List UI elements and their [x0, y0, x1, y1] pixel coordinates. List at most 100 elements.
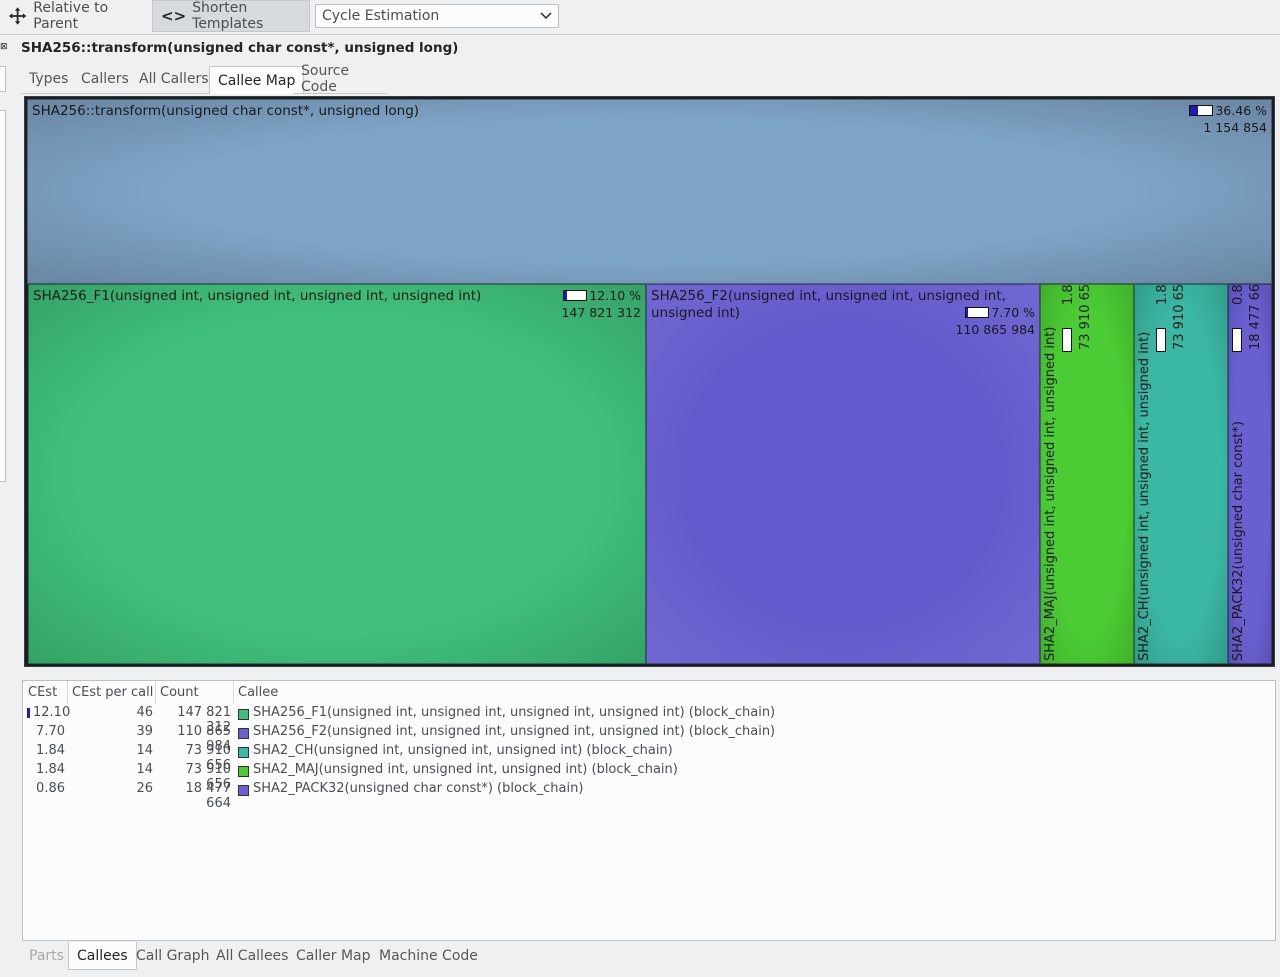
row-callee: SHA2_MAJ(unsigned int, unsigned int, uns…: [253, 762, 678, 777]
header-cest[interactable]: CEst: [28, 685, 57, 700]
treemap-f2-bar: [965, 307, 990, 318]
tab-types[interactable]: Types: [21, 66, 76, 92]
treemap-root-bar: [1189, 105, 1214, 116]
treemap-pack32-pct: 0.86 %: [1231, 285, 1246, 305]
treemap-root-pct: 36.46 %: [1189, 103, 1267, 118]
treemap-cell-sha256-f2[interactable]: SHA256_F2(unsigned int, unsigned int, un…: [646, 284, 1040, 664]
close-panel-icon[interactable]: ⊠: [0, 42, 8, 52]
tab-source-code[interactable]: Source Code: [293, 63, 391, 95]
relative-to-parent-button[interactable]: Relative to Parent: [0, 0, 150, 32]
tab-all-callers-label: All Callers: [139, 71, 209, 87]
tab-caller-map[interactable]: Caller Map: [288, 942, 379, 970]
treemap-cell-sha2-maj[interactable]: SHA2_MAJ(unsigned int, unsigned int, uns…: [1040, 284, 1134, 664]
tab-callee-map[interactable]: Callee Map: [209, 66, 305, 94]
tab-call-graph-label: Call Graph: [136, 948, 210, 964]
callee-treemap[interactable]: SHA256::transform(unsigned char const*, …: [24, 96, 1275, 667]
table-row[interactable]: 1.84 14 73 910 656 SHA2_CH(unsigned int,…: [23, 743, 1275, 773]
color-swatch-icon: [238, 785, 249, 796]
header-count[interactable]: Count: [160, 685, 199, 700]
tab-callee-map-label: Callee Map: [218, 72, 296, 89]
color-swatch-icon: [238, 728, 249, 739]
treemap-cell-sha256-f1[interactable]: SHA256_F1(unsigned int, unsigned int, un…: [28, 284, 646, 664]
shorten-templates-button[interactable]: <> Shorten Templates: [152, 0, 310, 32]
table-row[interactable]: 0.86 26 18 477 664 SHA2_PACK32(unsigned …: [23, 781, 1275, 811]
color-swatch-icon: [238, 709, 249, 720]
treemap-root-value: 1 154 854: [1203, 120, 1267, 135]
tab-bar-line: [293, 93, 387, 94]
row-callee: SHA2_PACK32(unsigned char const*) (block…: [253, 781, 584, 796]
row-callee: SHA2_CH(unsigned int, unsigned int, unsi…: [253, 743, 673, 758]
row-cest: 1.84: [36, 743, 65, 758]
treemap-cell-sha2-ch[interactable]: SHA2_CH(unsigned int, unsigned int, unsi…: [1134, 284, 1228, 664]
toolbar-separator: [0, 34, 1280, 35]
treemap-pack32-bar: [1232, 328, 1242, 352]
relative-to-parent-label: Relative to Parent: [33, 0, 109, 32]
row-cest: 1.84: [36, 762, 65, 777]
callee-table[interactable]: CEst CEst per call Count Callee 12.10 46…: [22, 680, 1276, 941]
row-callee: SHA256_F2(unsigned int, unsigned int, un…: [253, 724, 776, 739]
tab-types-label: Types: [29, 71, 69, 87]
cost-bar: [27, 708, 30, 718]
tab-source-code-label: Source Code: [301, 63, 350, 95]
row-callee: SHA256_F1(unsigned int, unsigned int, un…: [253, 705, 776, 720]
event-type-select[interactable]: Cycle Estimation: [315, 4, 559, 28]
function-title: SHA256::transform(unsigned char const*, …: [21, 40, 459, 56]
tab-all-callers[interactable]: All Callers: [131, 66, 217, 92]
treemap-maj-label: SHA2_MAJ(unsigned int, unsigned int, uns…: [1043, 326, 1058, 661]
tab-callees-label: Callees: [77, 947, 128, 964]
color-swatch-icon: [238, 766, 249, 777]
treemap-f1-value: 147 821 312: [561, 305, 641, 320]
header-callee[interactable]: Callee: [238, 685, 278, 700]
top-tab-bar: Types Callers All Callers Callee Map Sou…: [21, 63, 391, 95]
event-type-value: Cycle Estimation: [322, 8, 440, 24]
move-arrows-icon: [8, 7, 27, 25]
table-row[interactable]: 1.84 14 73 910 656 SHA2_MAJ(unsigned int…: [23, 762, 1275, 792]
treemap-ch-pct: 1.84 %: [1155, 285, 1170, 305]
header-cest-per-call[interactable]: CEst per call: [72, 685, 153, 700]
treemap-f2-pct: 7.70 %: [965, 305, 1035, 320]
tab-callers-label: Callers: [81, 71, 129, 87]
header-separator: [67, 681, 68, 703]
row-per-call: 26: [136, 781, 153, 796]
row-cest: 7.70: [36, 724, 65, 739]
treemap-f2-value: 110 865 984: [955, 322, 1035, 337]
tab-machine-code[interactable]: Machine Code: [371, 942, 486, 970]
tab-callees[interactable]: Callees: [68, 942, 137, 970]
treemap-f1-pct: 12.10 %: [563, 288, 641, 303]
treemap-maj-bar: [1062, 328, 1072, 352]
treemap-maj-pct: 1.84 %: [1061, 285, 1076, 305]
row-per-call: 39: [136, 724, 153, 739]
row-per-call: 14: [136, 743, 153, 758]
treemap-ch-bar: [1156, 328, 1166, 352]
row-per-call: 14: [136, 762, 153, 777]
tab-all-callees-label: All Callees: [216, 948, 289, 964]
row-cest: 0.86: [36, 781, 65, 796]
treemap-root-pct-text: 36.46 %: [1215, 103, 1267, 118]
tab-all-callees[interactable]: All Callees: [208, 942, 296, 970]
tab-machine-code-label: Machine Code: [379, 948, 478, 964]
treemap-ch-value: 73 910 656: [1172, 284, 1187, 350]
row-count: 18 477 664: [185, 781, 232, 811]
chevron-down-icon: [540, 12, 552, 20]
row-per-call: 46: [136, 705, 153, 720]
header-separator: [155, 681, 156, 703]
left-panel-input-fragment[interactable]: [0, 66, 6, 92]
table-header: CEst CEst per call Count Callee: [23, 681, 1275, 703]
table-row[interactable]: 12.10 46 147 821 312 SHA256_F1(unsigned …: [23, 705, 1275, 735]
tab-parts[interactable]: Parts: [21, 942, 72, 970]
tab-call-graph[interactable]: Call Graph: [128, 942, 218, 970]
left-panel-list-fragment[interactable]: [0, 110, 6, 482]
tab-callers[interactable]: Callers: [73, 66, 137, 92]
treemap-f2-pct-text: 7.70 %: [991, 305, 1035, 320]
treemap-cell-sha2-pack32[interactable]: SHA2_PACK32(unsigned char const*) 0.86 %…: [1228, 284, 1272, 664]
table-row[interactable]: 7.70 39 110 865 984 SHA256_F2(unsigned i…: [23, 724, 1275, 754]
treemap-pack32-label: SHA2_PACK32(unsigned char const*): [1231, 421, 1246, 661]
treemap-f1-pct-text: 12.10 %: [589, 288, 641, 303]
row-cest: 12.10: [33, 705, 71, 720]
color-swatch-icon: [238, 747, 249, 758]
treemap-root-cell[interactable]: SHA256::transform(unsigned char const*, …: [27, 99, 1272, 284]
angle-brackets-icon: <>: [161, 7, 187, 25]
treemap-maj-value: 73 910 656: [1078, 284, 1093, 350]
tab-parts-label: Parts: [29, 948, 64, 964]
header-separator: [233, 681, 234, 703]
